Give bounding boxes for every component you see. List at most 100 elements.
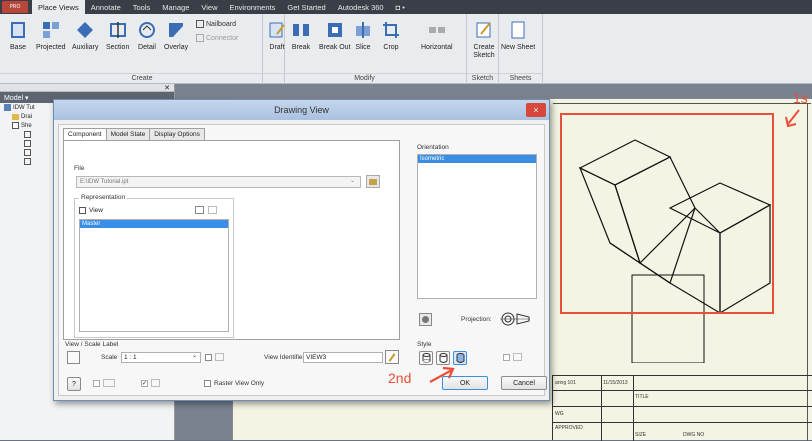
connector-button[interactable]: Connector (196, 34, 238, 42)
tab-manage[interactable]: Manage (156, 0, 195, 14)
shaded-button[interactable] (453, 351, 467, 365)
title-block-drawn: aring 101 (555, 380, 576, 386)
overlay-view-icon (169, 23, 184, 37)
modify-panel-title: Modify (263, 73, 466, 84)
view-icon (24, 140, 31, 147)
create-sketch-button[interactable]: Create Sketch (470, 18, 498, 60)
new-sheet-button[interactable]: New Sheet (501, 18, 535, 52)
annotation-highlight-box (560, 113, 774, 314)
browse-file-button[interactable] (366, 175, 380, 188)
overlay-view-button[interactable]: Overlay (164, 18, 188, 52)
tab-tools[interactable]: Tools (127, 0, 157, 14)
custom-view-button[interactable] (419, 313, 432, 326)
tab-get-started[interactable]: Get Started (281, 0, 331, 14)
draft-button[interactable]: Draft (267, 18, 287, 52)
tab-component[interactable]: Component (63, 128, 107, 140)
tab-place-views[interactable]: Place Views (32, 0, 85, 14)
detail-view-button[interactable]: Detail (137, 18, 157, 52)
sketch-panel: Create Sketch Sketch (467, 14, 499, 84)
crop-label: Crop (383, 44, 399, 51)
tab-environments[interactable]: Environments (224, 0, 282, 14)
sheet-border-top (553, 103, 811, 104)
option-checkbox-1[interactable] (93, 380, 100, 387)
sheets-panel: New Sheet Sheets (499, 14, 543, 84)
ribbon: Base Projected Auxiliary Section Detail … (0, 14, 812, 84)
title-block-approved: APPROVED (555, 425, 583, 431)
tab-model-state[interactable]: Model State (105, 128, 151, 140)
scale-label: Scale (101, 354, 118, 361)
break-out-button[interactable]: Break Out (319, 18, 351, 52)
file-label: File (74, 165, 85, 172)
title-block: aring 101 11/15/2013 TITLE WG APPROVED S… (552, 375, 812, 441)
tab-view[interactable]: View (195, 0, 223, 14)
list-item-isometric[interactable]: Isometric (418, 155, 536, 163)
file-combobox[interactable]: E:\IDW Tutorial.ipt (76, 176, 361, 188)
scale-dropdown-icon[interactable]: ⌄ (192, 352, 197, 359)
scale-combobox[interactable]: 1 : 1 (121, 352, 201, 363)
glasses-icon[interactable] (195, 206, 204, 214)
tab-display-options[interactable]: Display Options (149, 128, 205, 140)
sketch-panel-title: Sketch (467, 73, 498, 84)
cancel-button[interactable]: Cancel (501, 376, 547, 390)
break-button[interactable]: Break (291, 18, 311, 52)
annotation-arrow-icon (429, 366, 455, 383)
edit-label-button[interactable] (385, 350, 399, 364)
application-button[interactable]: PRO (2, 1, 28, 13)
tab-annotate[interactable]: Annotate (85, 0, 127, 14)
scale-label-toggle[interactable] (67, 351, 80, 364)
folder-icon (12, 113, 19, 120)
hidden-line-button[interactable] (419, 351, 433, 365)
horizontal-button[interactable]: Horizontal (421, 18, 453, 52)
title-block-check: WG (555, 411, 564, 417)
help-button[interactable]: ? (67, 377, 81, 391)
hidden-line-removed-button[interactable] (436, 351, 450, 365)
base-label: Base (10, 44, 26, 51)
style-from-base-checkbox[interactable] (503, 354, 510, 361)
projected-view-icon (42, 22, 59, 38)
projected-view-button[interactable]: Projected (36, 18, 66, 52)
view-identifier-input[interactable]: VIEW3 (303, 352, 383, 363)
detail-view-icon (139, 22, 155, 38)
view-rep-listbox[interactable]: Master (79, 219, 229, 332)
raster-view-checkbox[interactable] (204, 380, 211, 387)
tab-extra[interactable]: ◘ • (390, 0, 411, 14)
nailboard-icon (196, 20, 204, 28)
title-block-size: SIZE (635, 432, 647, 438)
scale-visibility-checkbox[interactable] (205, 354, 212, 361)
drawing-view-dialog: Drawing View × Component Model State Dis… (53, 99, 550, 401)
slice-label: Slice (355, 44, 371, 51)
slice-button[interactable]: Slice (353, 18, 373, 52)
folder-open-icon (369, 178, 377, 185)
view-rep-row: View (79, 207, 103, 214)
break-out-icon (327, 23, 342, 37)
base-view-button[interactable]: Base (8, 18, 28, 52)
browser-close-icon[interactable]: ✕ (164, 84, 170, 92)
tab-autodesk-360[interactable]: Autodesk 360 (332, 0, 390, 14)
auxiliary-view-button[interactable]: Auxiliary (72, 18, 98, 52)
new-sheet-label: New Sheet (501, 44, 536, 51)
projection-icon[interactable] (499, 311, 531, 327)
annotation-second-label: 2nd (388, 370, 412, 386)
dialog-close-button[interactable]: × (526, 103, 546, 117)
crop-button[interactable]: Crop (381, 18, 401, 52)
draft-icon (269, 22, 285, 38)
style-edit-icon[interactable] (513, 353, 522, 361)
create-sketch-icon (476, 22, 491, 38)
representation-group: Representation View Master (74, 194, 234, 338)
sheet-icon (12, 122, 19, 129)
dialog-title: Drawing View (274, 105, 329, 115)
list-item-master[interactable]: Master (80, 220, 228, 228)
dialog-title-bar[interactable]: Drawing View × (54, 100, 549, 120)
orientation-label: Orientation (417, 144, 449, 151)
combo-arrow-icon[interactable]: ⌄ (350, 177, 355, 184)
edit-rep-icon[interactable] (208, 206, 217, 214)
scale-edit-icon[interactable] (215, 353, 224, 361)
option-checkbox-2[interactable]: ✓ (141, 380, 148, 387)
tree-item-label: IDW Tut (13, 104, 35, 111)
nailboard-button[interactable]: Nailboard (196, 20, 236, 28)
view-icon (24, 131, 31, 138)
hidden-line-icon (422, 353, 430, 363)
orientation-listbox[interactable]: Isometric (417, 154, 537, 299)
section-view-button[interactable]: Section (106, 18, 129, 52)
dialog-tabs: Component Model State Display Options (63, 128, 205, 140)
